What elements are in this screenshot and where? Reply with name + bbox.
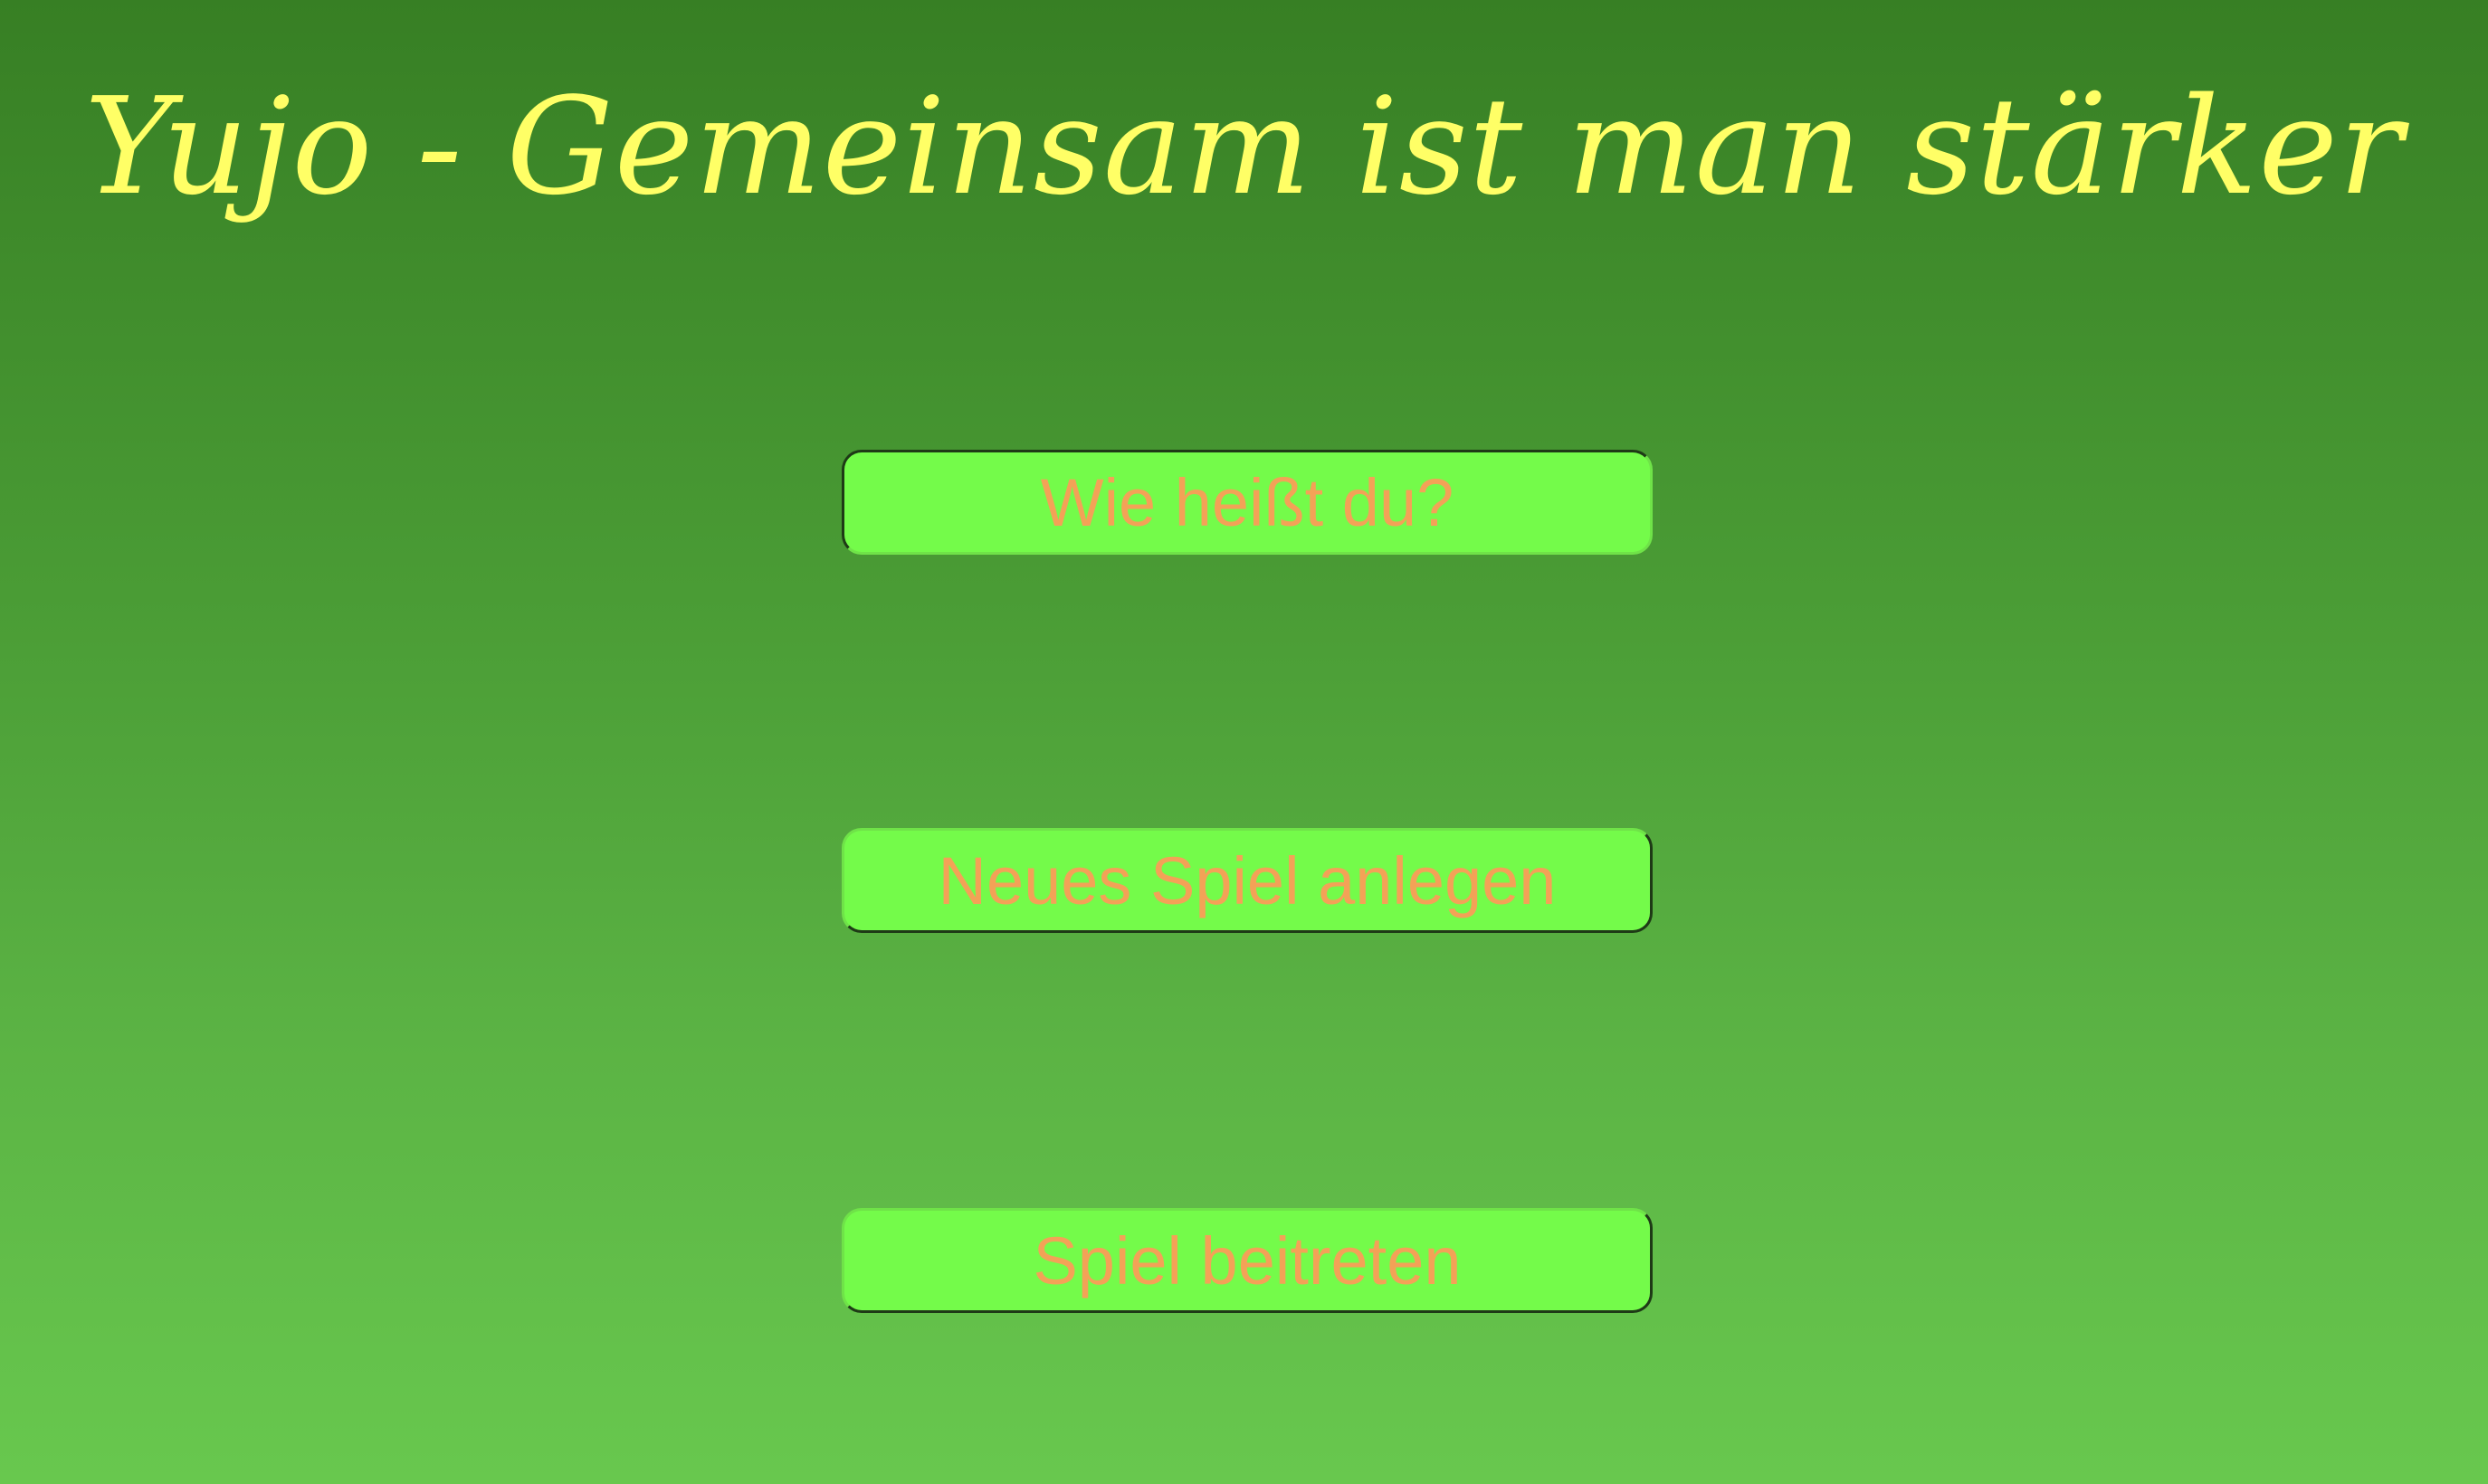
page-title: Yujo - Gemeinsam ist man stärker bbox=[84, 69, 2404, 224]
name-input[interactable]: Wie heißt du? bbox=[842, 450, 1653, 555]
join-game-button[interactable]: Spiel beitreten bbox=[842, 1208, 1653, 1313]
app-screen: { "app": { "title": "Yujo - Gemeinsam is… bbox=[0, 0, 2488, 1484]
new-game-button[interactable]: Neues Spiel anlegen bbox=[842, 828, 1653, 933]
